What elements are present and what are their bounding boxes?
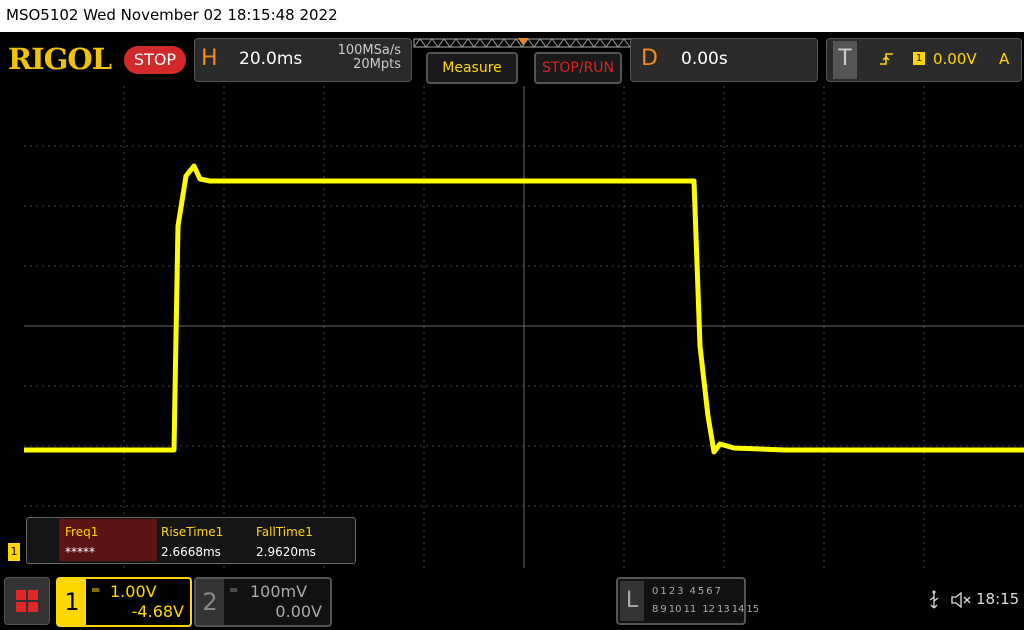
memory-position-strip (413, 38, 635, 48)
menu-button[interactable] (4, 577, 50, 625)
dc-coupling-icon: ═ (92, 583, 100, 597)
horizontal-panel[interactable]: H 20.0ms 100MSa/s 20Mpts (194, 38, 412, 82)
logic-channels-box[interactable]: L 01234567 8 9 10 11 12 13 14 15 (616, 577, 759, 625)
channel1-offset: -4.68V (131, 602, 184, 621)
logic-channel-2: 2 (668, 586, 676, 597)
logic-channel-8: 8 (652, 604, 659, 615)
channel2-scale: 100mV (250, 582, 308, 601)
delay-panel[interactable]: D 0.00s (630, 38, 818, 82)
channel1-box[interactable]: 1 ═ 1.00V -4.68V (56, 577, 192, 627)
speaker-muted-icon[interactable] (950, 590, 972, 610)
meas-header-risetime: RiseTime1 (161, 525, 224, 539)
meas-header-freq: Freq1 (65, 525, 99, 539)
logic-row-high: 8 9 10 11 12 13 14 15 (652, 604, 761, 615)
usb-icon (929, 590, 939, 609)
measurement-panel[interactable]: Freq1 RiseTime1 FallTime1 ***** 2.6668ms… (26, 517, 356, 564)
logic-channel-15: 15 (746, 604, 760, 615)
rigol-logo: RIGOL (8, 42, 112, 76)
logic-label: L (620, 581, 644, 621)
logic-channel-3: 3 (677, 586, 684, 597)
meas-value-freq: ***** (65, 545, 95, 559)
logic-channel-4: 4 (689, 586, 696, 597)
logic-row-low: 01234567 (652, 586, 723, 597)
meas-value-falltime: 2.9620ms (256, 545, 316, 559)
channel2-number: 2 (196, 579, 224, 625)
channel1-scale: 1.00V (110, 582, 157, 601)
logic-channel-10: 10 (668, 604, 682, 615)
delay-value: 0.00s (681, 49, 728, 69)
timebase-value: 20.0ms (239, 49, 303, 69)
meas-value-risetime: 2.6668ms (161, 545, 221, 559)
channel1-offset-marker[interactable]: 1 (8, 543, 20, 561)
logic-channel-9: 9 (660, 604, 667, 615)
trigger-panel[interactable]: T 1 0.00V A (826, 38, 1022, 82)
logic-channel-0: 0 (652, 586, 659, 597)
logic-channel-6: 6 (706, 586, 713, 597)
logic-channel-13: 13 (716, 604, 730, 615)
rising-edge-icon (880, 53, 893, 65)
clock-time: 18:15 (976, 590, 1020, 608)
trigger-mode: A (999, 50, 1010, 68)
trigger-level: 0.00V (933, 50, 977, 68)
channel2-offset: 0.00V (275, 602, 322, 621)
measure-button[interactable]: Measure (426, 52, 518, 84)
run-state-badge[interactable]: STOP (124, 46, 186, 74)
channel2-box[interactable]: 2 ═ 100mV 0.00V (194, 577, 332, 627)
grid-menu-icon (16, 590, 38, 612)
dc-coupling-icon: ═ (230, 583, 238, 597)
meas-header-falltime: FallTime1 (256, 525, 313, 539)
logic-channel-7: 7 (714, 586, 721, 597)
title-text: MSO5102 Wed November 02 18:15:48 2022 (6, 6, 338, 24)
logic-channel-11: 11 (683, 604, 697, 615)
stop-run-button[interactable]: STOP/RUN (534, 52, 622, 84)
sample-rate: 100MSa/s (337, 43, 401, 58)
logic-channel-5: 5 (697, 586, 705, 597)
channel1-number: 1 (58, 579, 86, 625)
horizontal-label: H (201, 46, 218, 71)
trigger-label: T (833, 41, 857, 79)
delay-label: D (641, 46, 658, 71)
waveform-display[interactable] (24, 86, 1024, 568)
logic-channel-14: 14 (731, 604, 745, 615)
title-bar: MSO5102 Wed November 02 18:15:48 2022 (0, 0, 1024, 32)
memory-depth: 20Mpts (353, 57, 401, 72)
trigger-source: 1 (913, 52, 925, 65)
logic-channel-12: 12 (702, 604, 715, 615)
logic-channel-1: 1 (660, 586, 667, 597)
